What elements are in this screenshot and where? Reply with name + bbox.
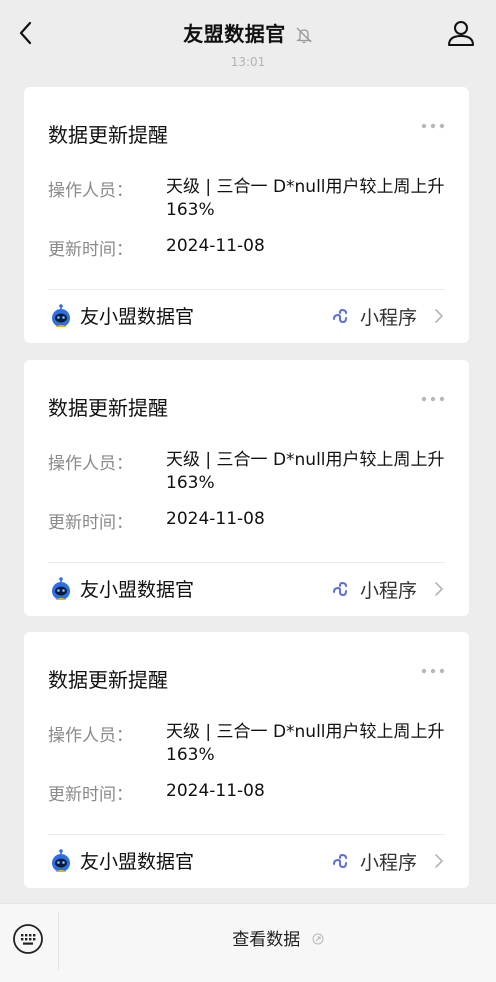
keyboard-icon[interactable] bbox=[12, 923, 44, 955]
chat-header: 友盟数据官 bbox=[0, 0, 496, 62]
chevron-right-icon bbox=[435, 854, 443, 868]
view-data-menu-button[interactable]: 查看数据 bbox=[60, 904, 496, 976]
mini-program-source-row[interactable]: 友小盟数据官 小程序 bbox=[24, 562, 469, 616]
bottom-menu-bar: 查看数据 bbox=[0, 903, 496, 982]
card-title: 数据更新提醒 bbox=[48, 668, 168, 692]
update-time-label: 更新时间： bbox=[48, 240, 133, 260]
more-dots-icon[interactable] bbox=[419, 392, 447, 406]
mini-program-label: 小程序 bbox=[359, 852, 417, 874]
source-name: 友小盟数据官 bbox=[80, 851, 195, 873]
operator-value: 天级 | 三合一 D*null用户较上周上升163% bbox=[166, 177, 445, 220]
message-card[interactable]: 数据更新提醒 操作人员： 天级 | 三合一 D*null用户较上周上升163% … bbox=[24, 632, 469, 888]
bot-avatar-icon bbox=[52, 304, 70, 327]
update-time-label: 更新时间： bbox=[48, 513, 133, 533]
update-time-value: 2024-11-08 bbox=[166, 781, 265, 801]
source-name: 友小盟数据官 bbox=[80, 579, 195, 601]
view-data-label: 查看数据 bbox=[232, 930, 301, 950]
message-timestamp: 13:01 bbox=[230, 55, 266, 69]
update-time-label: 更新时间： bbox=[48, 785, 133, 805]
message-card[interactable]: 数据更新提醒 操作人员： 天级 | 三合一 D*null用户较上周上升163% … bbox=[24, 87, 469, 343]
operator-label: 操作人员： bbox=[48, 726, 133, 746]
title-container: 友盟数据官 bbox=[0, 18, 496, 47]
mini-program-source-row[interactable]: 友小盟数据官 小程序 bbox=[24, 289, 469, 343]
bar-separator bbox=[58, 912, 59, 970]
link-icon bbox=[312, 933, 324, 945]
message-card[interactable]: 数据更新提醒 操作人员： 天级 | 三合一 D*null用户较上周上升163% … bbox=[24, 360, 469, 616]
chevron-right-icon bbox=[435, 309, 443, 323]
more-dots-icon[interactable] bbox=[419, 119, 447, 133]
mini-program-icon bbox=[333, 581, 347, 597]
mini-program-source-row[interactable]: 友小盟数据官 小程序 bbox=[24, 834, 469, 888]
bot-avatar-icon bbox=[52, 849, 70, 872]
update-time-value: 2024-11-08 bbox=[166, 509, 265, 529]
chat-title: 友盟数据官 bbox=[183, 22, 286, 46]
profile-user-icon[interactable] bbox=[446, 18, 476, 48]
mini-program-label: 小程序 bbox=[359, 307, 417, 329]
card-title: 数据更新提醒 bbox=[48, 123, 168, 147]
operator-label: 操作人员： bbox=[48, 454, 133, 474]
mini-program-icon bbox=[333, 308, 347, 324]
card-title: 数据更新提醒 bbox=[48, 396, 168, 420]
bell-off-icon bbox=[295, 27, 312, 43]
operator-value: 天级 | 三合一 D*null用户较上周上升163% bbox=[166, 722, 445, 765]
bot-avatar-icon bbox=[52, 577, 70, 600]
update-time-value: 2024-11-08 bbox=[166, 236, 265, 256]
operator-value: 天级 | 三合一 D*null用户较上周上升163% bbox=[166, 450, 445, 493]
mini-program-icon bbox=[333, 853, 347, 869]
source-name: 友小盟数据官 bbox=[80, 306, 195, 328]
mini-program-label: 小程序 bbox=[359, 580, 417, 602]
more-dots-icon[interactable] bbox=[419, 664, 447, 678]
operator-label: 操作人员： bbox=[48, 181, 133, 201]
chevron-right-icon bbox=[435, 582, 443, 596]
